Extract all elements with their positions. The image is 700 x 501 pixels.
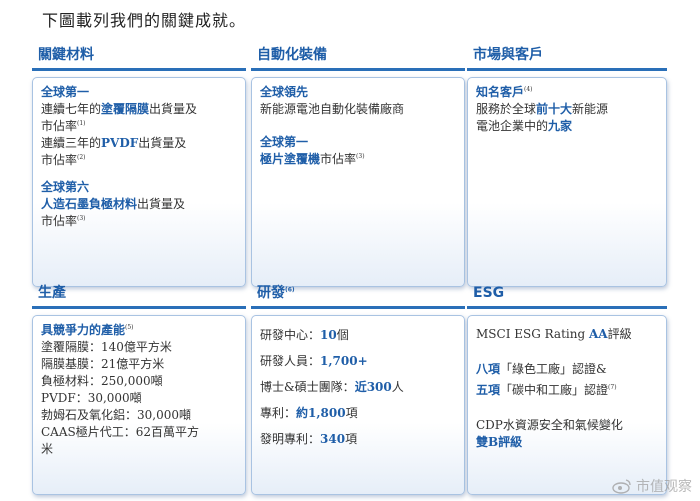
automation-line-1: 新能源電池自動化裝備廠商 xyxy=(260,102,405,116)
production-line: 負極材料：250,000噸 xyxy=(41,374,163,388)
section-production: 生產 具競爭力的產能(5) 塗覆隔膜：140億平方米 隔膜基膜：21億平方米 負… xyxy=(32,284,246,495)
esg-msci: MSCI ESG Rating AA評級 xyxy=(476,327,632,341)
esg-cdp-rating: 雙B評級 xyxy=(476,435,523,449)
watermark: 市值观察 xyxy=(612,476,692,496)
section-automation: 自動化裝備 全球領先 新能源電池自動化裝備廠商 全球第一 極片塗覆機市佔率(3) xyxy=(251,46,465,287)
card-esg: MSCI ESG Rating AA評級 八項「綠色工廠」認證& 五項「碳中和工… xyxy=(467,315,667,495)
materials-line-6: 市佔率(3) xyxy=(41,214,86,228)
card-key-materials: 全球第一 連續七年的塗覆隔膜出貨量及 市佔率(1) 連續三年的PVDF出貨量及 … xyxy=(32,77,246,287)
section-key-materials: 關鍵材料 全球第一 連續七年的塗覆隔膜出貨量及 市佔率(1) 連續三年的PVDF… xyxy=(32,46,246,287)
materials-line-4: 市佔率(2) xyxy=(41,153,86,167)
section-market: 市場與客戶 知名客戶(4) 服務於全球前十大新能源 電池企業中的九家 xyxy=(467,46,667,287)
production-line: 塗覆隔膜：140億平方米 xyxy=(41,340,172,354)
materials-line-1: 連續七年的塗覆隔膜出貨量及 xyxy=(41,102,198,116)
rnd-centers: 研發中心：10個 xyxy=(260,328,349,342)
card-automation: 全球領先 新能源電池自動化裝備廠商 全球第一 極片塗覆機市佔率(3) xyxy=(251,77,465,287)
rnd-patents: 專利：約1,800項 xyxy=(260,406,358,420)
rnd-invention-patents: 發明專利：340項 xyxy=(260,432,358,446)
market-head: 知名客戶(4) xyxy=(476,85,533,99)
production-line: PVDF：30,000噸 xyxy=(41,391,142,405)
esg-carbon-neutral: 五項「碳中和工廠」認證(7) xyxy=(476,383,617,397)
intro-text: 下圖載列我們的關鍵成就。 xyxy=(42,11,247,30)
automation-rank-first: 全球第一 xyxy=(260,135,309,149)
market-line-1: 服務於全球前十大新能源 xyxy=(476,102,609,116)
production-head: 具競爭力的產能(5) xyxy=(41,323,134,337)
section-esg: ESG MSCI ESG Rating AA評級 八項「綠色工廠」認證& 五項「… xyxy=(467,284,667,495)
card-market: 知名客戶(4) 服務於全球前十大新能源 電池企業中的九家 xyxy=(467,77,667,287)
section-title-key-materials: 關鍵材料 xyxy=(32,46,246,71)
section-title-market: 市場與客戶 xyxy=(467,46,667,71)
materials-rank-sixth: 全球第六 xyxy=(41,180,90,194)
esg-green-factory: 八項「綠色工廠」認證& xyxy=(476,362,607,376)
card-production: 具競爭力的產能(5) 塗覆隔膜：140億平方米 隔膜基膜：21億平方米 負極材料… xyxy=(32,315,246,495)
section-title-automation: 自動化裝備 xyxy=(251,46,465,71)
materials-line-2: 市佔率(1) xyxy=(41,119,86,133)
materials-rank-first: 全球第一 xyxy=(41,85,90,99)
section-title-rnd: 研發(6) xyxy=(251,284,465,309)
card-rnd: 研發中心：10個 研發人員：1,700+ 博士&碩士團隊：近300人 專利：約1… xyxy=(251,315,465,495)
production-line: CAAS極片代工：62百萬平方 xyxy=(41,425,200,439)
section-title-production: 生產 xyxy=(32,284,246,309)
automation-line-2: 極片塗覆機市佔率(3) xyxy=(260,152,365,166)
market-line-2: 電池企業中的九家 xyxy=(476,119,573,133)
automation-rank-leading: 全球領先 xyxy=(260,85,309,99)
materials-line-5: 人造石墨負極材料出貨量及 xyxy=(41,197,186,211)
section-rnd: 研發(6) 研發中心：10個 研發人員：1,700+ 博士&碩士團隊：近300人… xyxy=(251,284,465,495)
production-line: 米 xyxy=(41,442,54,456)
section-title-esg: ESG xyxy=(467,284,667,309)
rnd-phd-team: 博士&碩士團隊：近300人 xyxy=(260,380,404,394)
production-line: 勃姆石及氧化鋁：30,000噸 xyxy=(41,408,191,422)
weibo-logo-icon xyxy=(612,479,631,494)
esg-cdp: CDP水資源安全和氣候變化 xyxy=(476,418,623,432)
rnd-staff: 研發人員：1,700+ xyxy=(260,354,368,368)
watermark-text: 市值观察 xyxy=(636,479,692,495)
materials-line-3: 連續三年的PVDF出貨量及 xyxy=(41,136,187,150)
production-line: 隔膜基膜：21億平方米 xyxy=(41,357,165,371)
